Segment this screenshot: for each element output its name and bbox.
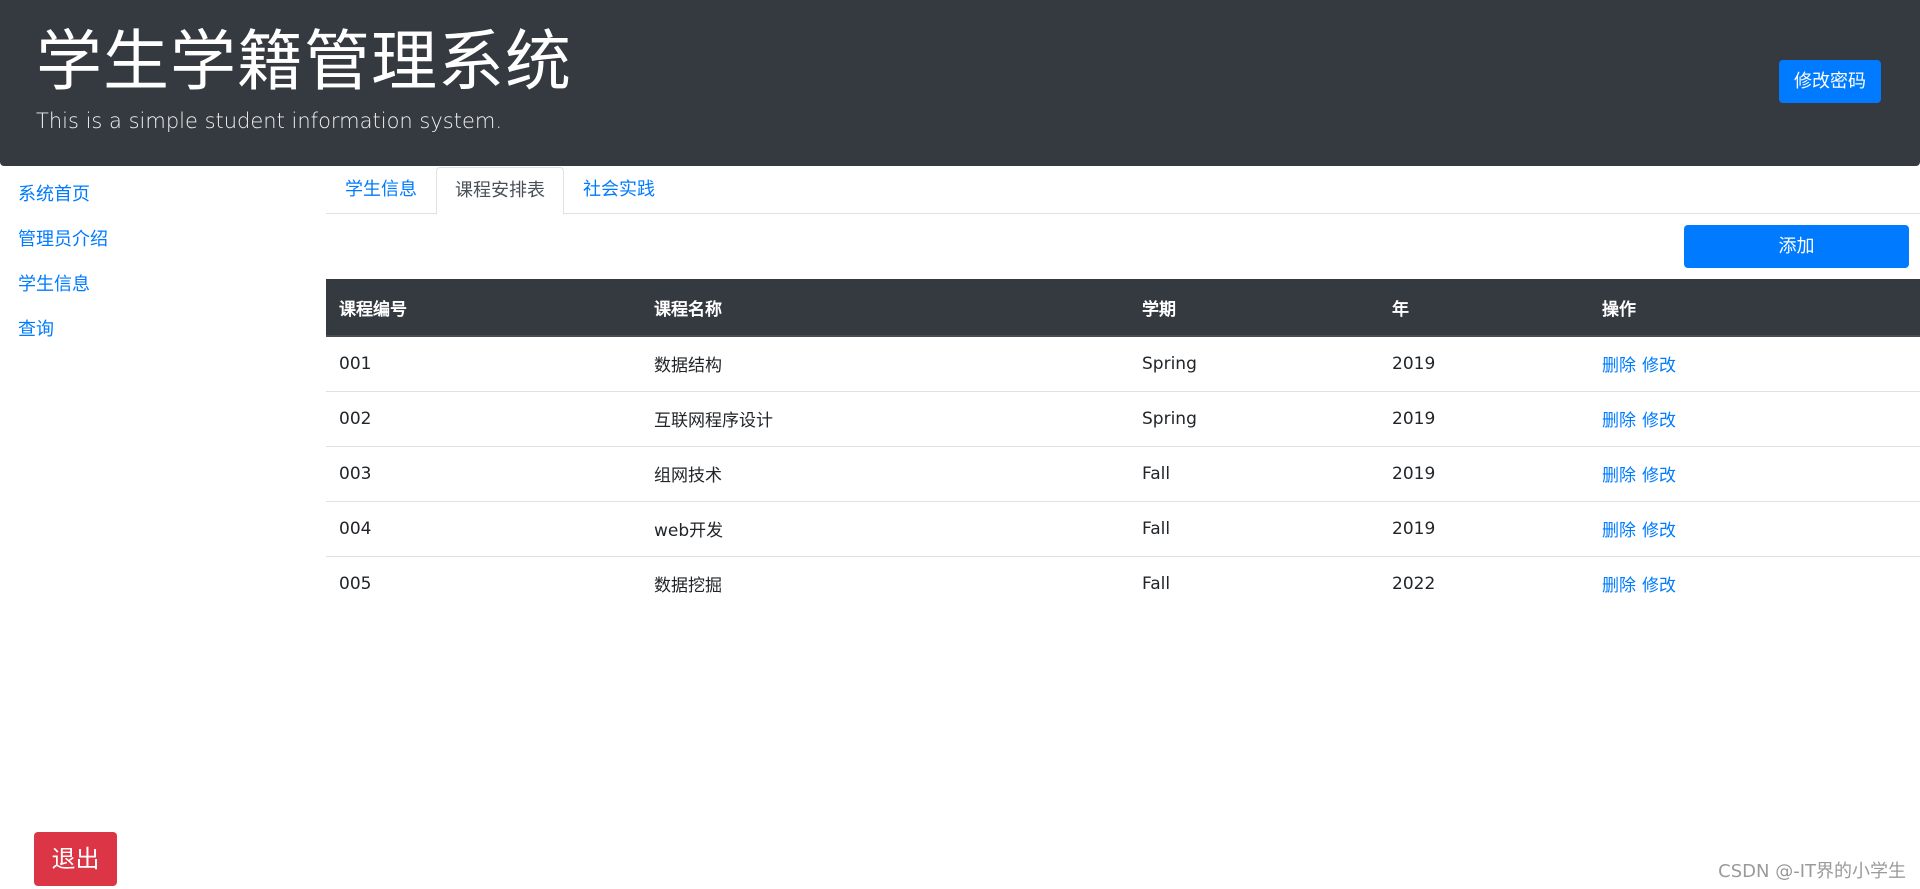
sidebar-item-query[interactable]: 查询 (18, 307, 298, 352)
table-row: 005 数据挖掘 Fall 2022 删除 修改 (326, 556, 1920, 611)
sidebar-item-student-info[interactable]: 学生信息 (18, 262, 298, 307)
table-row: 002 互联网程序设计 Spring 2019 删除 修改 (326, 391, 1920, 447)
cell-course-id: 002 (326, 391, 641, 447)
cell-course-id: 003 (326, 446, 641, 502)
cell-course-name: 组网技术 (641, 446, 1129, 502)
cell-actions: 删除 修改 (1589, 501, 1920, 557)
edit-link[interactable]: 修改 (1642, 576, 1676, 596)
cell-year: 2022 (1392, 573, 1436, 594)
cell-actions: 删除 修改 (1589, 556, 1920, 611)
logout-button[interactable]: 退出 (34, 832, 117, 886)
cell-course-name: 数据结构 (641, 336, 1129, 392)
cell-course-name: web开发 (641, 501, 1129, 557)
cell-term: Fall (1142, 573, 1171, 594)
cell-term: Spring (1129, 336, 1379, 392)
cell-actions: 删除 修改 (1589, 391, 1920, 447)
delete-link[interactable]: 删除 (1602, 411, 1636, 431)
table-row: 003 组网技术 Fall 2019 删除 修改 (326, 446, 1920, 502)
sidebar-item-home[interactable]: 系统首页 (18, 172, 298, 217)
table-row: 001 数据结构 Spring 2019 删除 修改 (326, 336, 1920, 392)
watermark: CSDN @-IT界的小学生 (1718, 861, 1906, 882)
cell-year: 2019 (1379, 391, 1589, 447)
cell-term: Spring (1129, 391, 1379, 447)
table-row: 004 web开发 Fall 2019 删除 修改 (326, 501, 1920, 557)
cell-actions: 删除 修改 (1589, 446, 1920, 502)
cell-actions: 删除 修改 (1589, 336, 1920, 392)
sidebar: 系统首页 管理员介绍 学生信息 查询 (18, 172, 298, 352)
edit-link[interactable]: 修改 (1642, 521, 1676, 541)
page-title: 学生学籍管理系统 (36, 23, 572, 100)
tab-social-practice[interactable]: 社会实践 (564, 167, 674, 214)
cell-course-id: 005 (339, 573, 372, 594)
cell-term: Fall (1129, 501, 1379, 557)
change-password-button[interactable]: 修改密码 (1779, 60, 1881, 103)
column-header-actions: 操作 (1589, 279, 1920, 337)
column-header-course-id: 课程编号 (326, 279, 641, 337)
delete-link[interactable]: 删除 (1602, 521, 1636, 541)
delete-link[interactable]: 删除 (1602, 466, 1636, 486)
column-header-year: 年 (1379, 279, 1589, 337)
add-button[interactable]: 添加 (1684, 225, 1909, 268)
edit-link[interactable]: 修改 (1642, 356, 1676, 376)
cell-course-id: 001 (326, 336, 641, 392)
cell-year: 2019 (1379, 446, 1589, 502)
page-header: 学生学籍管理系统 This is a simple student inform… (0, 0, 1920, 166)
tab-bar: 学生信息 课程安排表 社会实践 (326, 167, 1920, 215)
table-header: 课程编号 课程名称 学期 年 操作 (326, 279, 1920, 337)
column-header-course-name: 课程名称 (641, 279, 1129, 337)
column-header-term: 学期 (1129, 279, 1379, 337)
edit-link[interactable]: 修改 (1642, 466, 1676, 486)
cell-course-name: 数据挖掘 (654, 576, 722, 597)
edit-link[interactable]: 修改 (1642, 411, 1676, 431)
tab-course-schedule[interactable]: 课程安排表 (436, 167, 564, 215)
cell-term: Fall (1129, 446, 1379, 502)
tab-student-info[interactable]: 学生信息 (326, 167, 436, 214)
course-table: 课程编号 课程名称 学期 年 操作 001 数据结构 Spring 2019 删… (326, 279, 1920, 611)
cell-course-id: 004 (326, 501, 641, 557)
delete-link[interactable]: 删除 (1602, 356, 1636, 376)
cell-course-name: 互联网程序设计 (641, 391, 1129, 447)
sidebar-item-admin-intro[interactable]: 管理员介绍 (18, 217, 298, 262)
page-subtitle: This is a simple student information sys… (36, 109, 502, 133)
delete-link[interactable]: 删除 (1602, 576, 1636, 596)
cell-year: 2019 (1379, 501, 1589, 557)
cell-year: 2019 (1379, 336, 1589, 392)
